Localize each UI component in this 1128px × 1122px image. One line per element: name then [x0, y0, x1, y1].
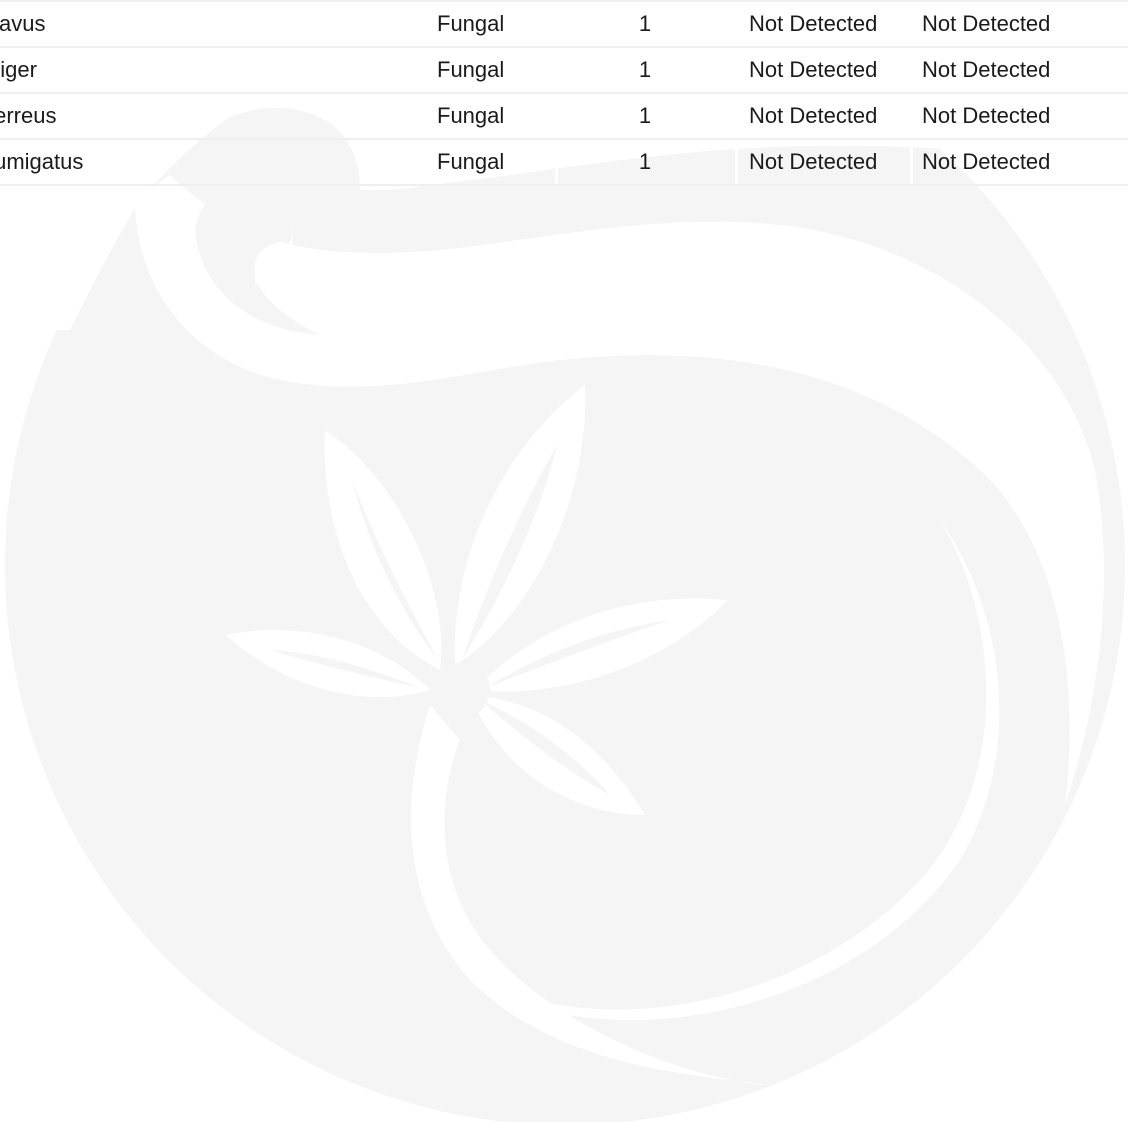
count-cell: 1 — [555, 93, 735, 140]
result-1-cell: Not Detected — [735, 0, 910, 48]
result-2-cell: Not Detected — [910, 93, 1085, 140]
type-cell: Fungal — [380, 93, 555, 140]
results-table: flavus Fungal 1 Not Detected Not Detecte… — [0, 0, 1128, 186]
empty-cell — [1085, 139, 1128, 186]
result-1-cell: Not Detected — [735, 47, 910, 94]
table-row: fumigatus Fungal 1 Not Detected Not Dete… — [0, 139, 1128, 186]
type-cell: Fungal — [380, 0, 555, 48]
result-1-cell: Not Detected — [735, 93, 910, 140]
result-1-cell: Not Detected — [735, 139, 910, 186]
organism-cell: flavus — [0, 0, 380, 48]
organism-cell: terreus — [0, 93, 380, 140]
table-row: niger Fungal 1 Not Detected Not Detected — [0, 47, 1128, 94]
count-cell: 1 — [555, 139, 735, 186]
count-cell: 1 — [555, 0, 735, 48]
empty-cell — [1085, 47, 1128, 94]
empty-cell — [1085, 0, 1128, 48]
result-2-cell: Not Detected — [910, 139, 1085, 186]
type-cell: Fungal — [380, 139, 555, 186]
organism-cell: niger — [0, 47, 380, 94]
count-cell: 1 — [555, 47, 735, 94]
organism-cell: fumigatus — [0, 139, 380, 186]
result-2-cell: Not Detected — [910, 47, 1085, 94]
empty-cell — [1085, 93, 1128, 140]
table-row: flavus Fungal 1 Not Detected Not Detecte… — [0, 0, 1128, 48]
type-cell: Fungal — [380, 47, 555, 94]
table-row: terreus Fungal 1 Not Detected Not Detect… — [0, 93, 1128, 140]
result-2-cell: Not Detected — [910, 0, 1085, 48]
